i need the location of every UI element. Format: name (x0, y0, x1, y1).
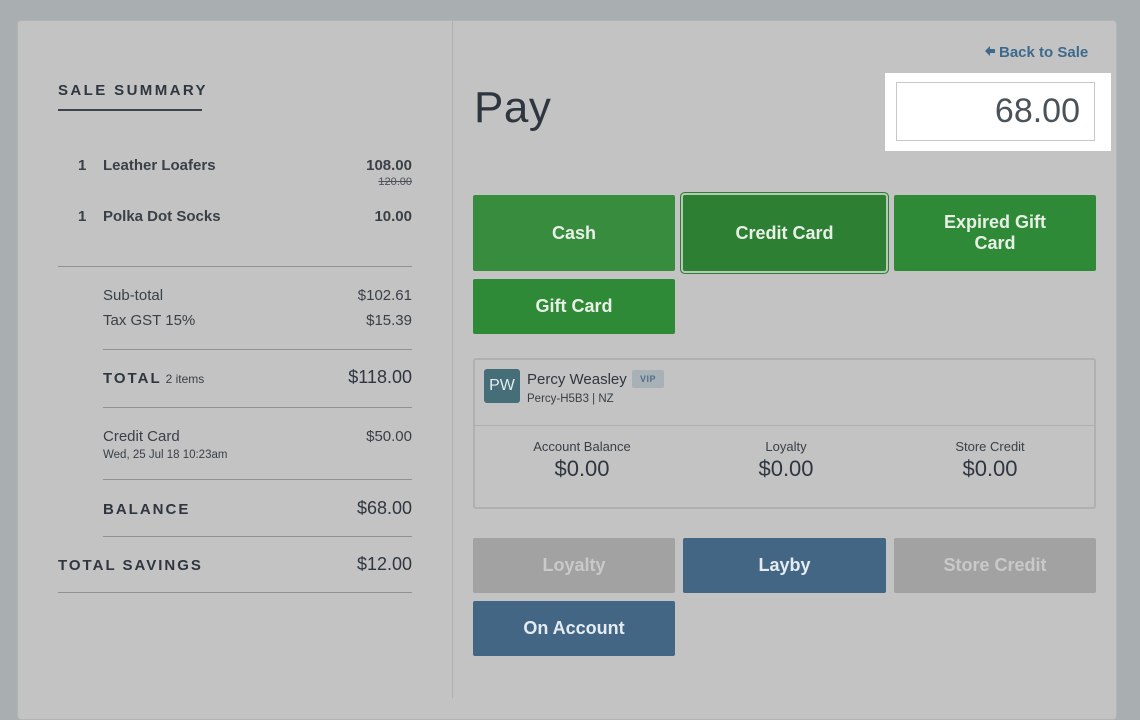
subtotal-value: $102.61 (357, 287, 412, 304)
subtotal-label: Sub-total (103, 287, 164, 304)
summary-divider (103, 536, 412, 537)
store-credit-button[interactable]: Store Credit (894, 538, 1096, 593)
line-item-qty: 1 (78, 208, 87, 225)
total-row: TOTAL 2 items (103, 370, 204, 387)
total-label: TOTAL (103, 370, 162, 387)
arrow-left-icon (984, 44, 996, 61)
line-item-price: 108.00 (366, 157, 412, 174)
back-to-sale-link[interactable]: Back to Sale (984, 44, 1088, 61)
customer-code: Percy-H5B3 | NZ (527, 393, 614, 405)
customer-name[interactable]: Percy Weasley (527, 371, 627, 388)
sale-summary-title: SALE SUMMARY (58, 82, 208, 99)
store-credit-stat: Store Credit $0.00 (890, 439, 1090, 482)
summary-divider (103, 349, 412, 350)
sale-summary-underline (58, 109, 202, 111)
loyalty-button[interactable]: Loyalty (473, 538, 675, 593)
loyalty-stat: Loyalty $0.00 (686, 439, 886, 482)
layby-button[interactable]: Layby (683, 538, 886, 593)
payment-amount-input[interactable]: 68.00 (896, 82, 1095, 141)
credit-card-button[interactable]: Credit Card (683, 195, 886, 271)
page-title: Pay (474, 83, 552, 132)
customer-card: PW Percy Weasley VIP Percy-H5B3 | NZ Acc… (473, 358, 1096, 509)
cash-button[interactable]: Cash (473, 195, 675, 271)
tax-value: $15.39 (366, 312, 412, 329)
amount-highlight: 68.00 (885, 73, 1111, 151)
line-item[interactable]: 1 Leather Loafers 108.00 120.00 (58, 157, 412, 197)
customer-card-divider (475, 425, 1094, 426)
avatar: PW (484, 369, 520, 403)
total-savings-value: $12.00 (356, 554, 412, 574)
gift-card-button[interactable]: Gift Card (473, 279, 675, 334)
tax-label: Tax GST 15% (103, 312, 196, 329)
stat-label: Store Credit (955, 439, 1025, 454)
total-value: $118.00 (348, 367, 412, 387)
panel-divider (452, 21, 453, 698)
line-item-original-price: 120.00 (378, 176, 412, 188)
summary-divider (103, 407, 412, 408)
stat-value: $0.00 (554, 456, 610, 481)
vip-badge: VIP (632, 370, 664, 388)
stat-label: Account Balance (533, 439, 631, 454)
summary-divider (103, 479, 412, 480)
balance-label: BALANCE (103, 501, 191, 518)
payment-date: Wed, 25 Jul 18 10:23am (103, 449, 228, 461)
stat-value: $0.00 (962, 456, 1018, 481)
line-item-name: Polka Dot Socks (103, 208, 221, 225)
stat-label: Loyalty (765, 439, 807, 454)
total-savings-label: TOTAL SAVINGS (58, 557, 203, 574)
on-account-button[interactable]: On Account (473, 601, 675, 656)
line-item-name: Leather Loafers (103, 157, 216, 174)
payment-amount: $50.00 (366, 428, 412, 445)
expired-gift-card-button[interactable]: Expired Gift Card (894, 195, 1096, 271)
total-items-count: 2 items (165, 372, 205, 386)
line-item[interactable]: 1 Polka Dot Socks 10.00 (58, 208, 412, 248)
account-balance-stat: Account Balance $0.00 (482, 439, 682, 482)
summary-divider (58, 592, 412, 593)
back-to-sale-label: Back to Sale (999, 44, 1089, 61)
balance-value: $68.00 (356, 498, 412, 518)
line-item-price: 10.00 (374, 208, 412, 225)
line-item-qty: 1 (78, 157, 87, 174)
payment-method-label: Credit Card (103, 428, 180, 445)
summary-divider (58, 266, 412, 267)
stat-value: $0.00 (758, 456, 814, 481)
